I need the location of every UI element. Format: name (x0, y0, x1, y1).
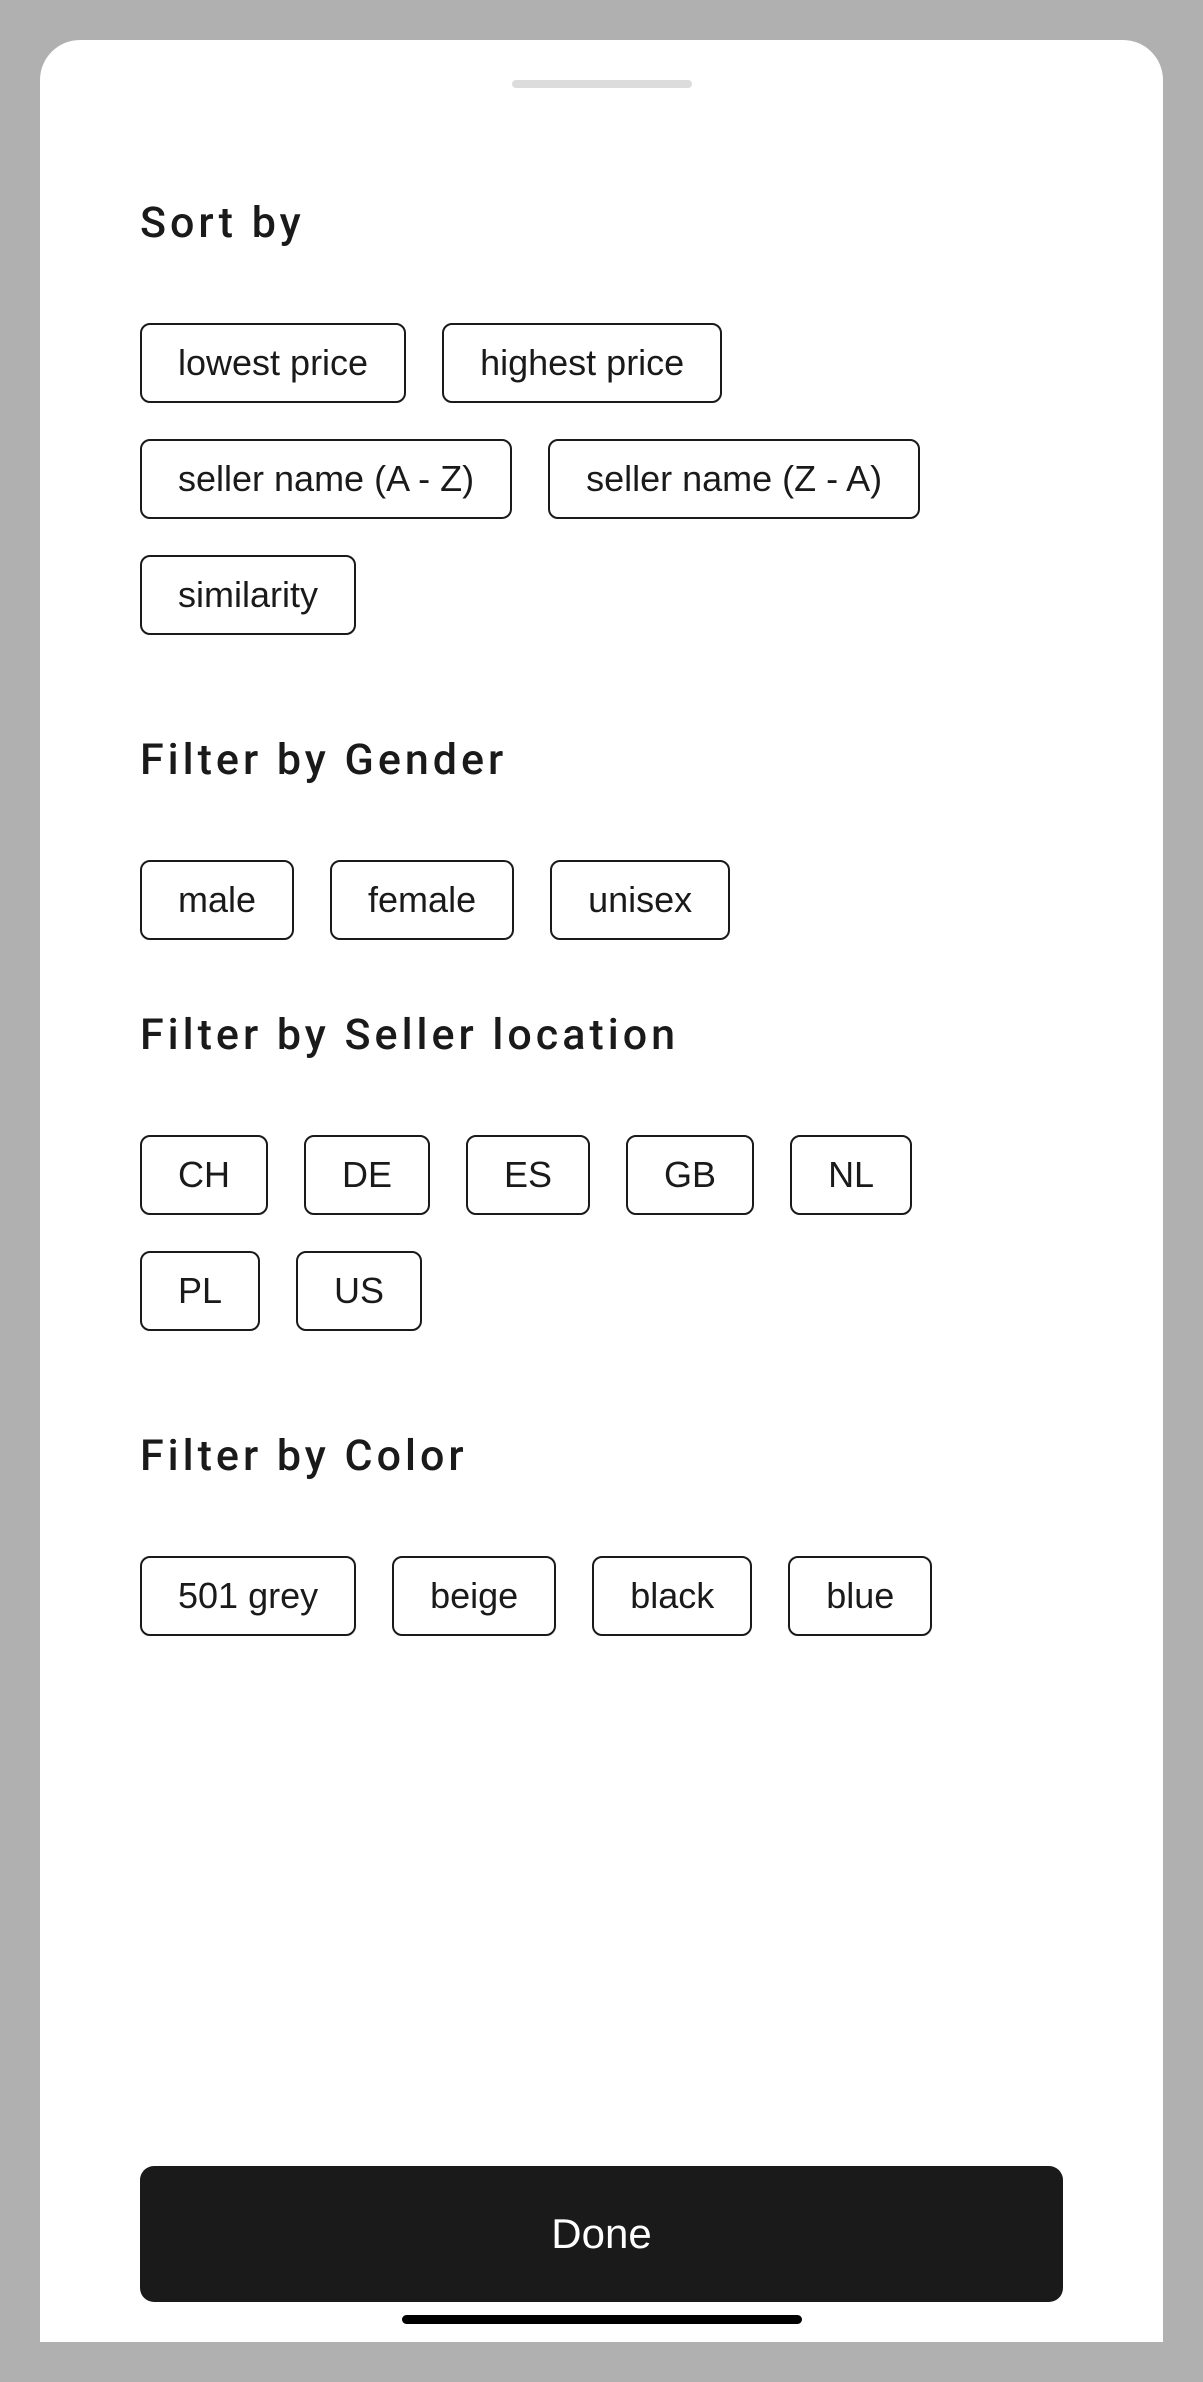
gender-option-unisex[interactable]: unisex (550, 860, 730, 940)
location-options: CH DE ES GB NL PL US (140, 1135, 1063, 1331)
location-option-de[interactable]: DE (304, 1135, 430, 1215)
filter-gender-heading: Filter by Gender (140, 735, 1063, 785)
location-option-gb[interactable]: GB (626, 1135, 754, 1215)
sort-option-seller-name-desc[interactable]: seller name (Z - A) (548, 439, 920, 519)
gender-options: male female unisex (140, 860, 1063, 940)
sort-option-similarity[interactable]: similarity (140, 555, 356, 635)
filter-location-heading: Filter by Seller location (140, 1010, 1063, 1060)
done-button[interactable]: Done (140, 2166, 1063, 2302)
color-options: 501 grey beige black blue (140, 1556, 1063, 1636)
sort-option-seller-name-asc[interactable]: seller name (A - Z) (140, 439, 512, 519)
color-option-501-grey[interactable]: 501 grey (140, 1556, 356, 1636)
color-option-beige[interactable]: beige (392, 1556, 556, 1636)
drag-handle[interactable] (512, 80, 692, 88)
sort-options: lowest price highest price seller name (… (140, 323, 1063, 635)
sort-option-highest-price[interactable]: highest price (442, 323, 722, 403)
location-option-us[interactable]: US (296, 1251, 422, 1331)
sheet-content: Sort by lowest price highest price selle… (40, 198, 1163, 1636)
filter-color-heading: Filter by Color (140, 1431, 1063, 1481)
done-bar: Done (140, 2166, 1063, 2302)
sort-by-heading: Sort by (140, 198, 1063, 248)
location-option-pl[interactable]: PL (140, 1251, 260, 1331)
gender-option-female[interactable]: female (330, 860, 514, 940)
gender-option-male[interactable]: male (140, 860, 294, 940)
location-option-nl[interactable]: NL (790, 1135, 912, 1215)
color-option-blue[interactable]: blue (788, 1556, 932, 1636)
sort-option-lowest-price[interactable]: lowest price (140, 323, 406, 403)
color-option-black[interactable]: black (592, 1556, 752, 1636)
location-option-ch[interactable]: CH (140, 1135, 268, 1215)
filter-sort-sheet: Sort by lowest price highest price selle… (40, 40, 1163, 2342)
home-indicator[interactable] (402, 2315, 802, 2324)
location-option-es[interactable]: ES (466, 1135, 590, 1215)
